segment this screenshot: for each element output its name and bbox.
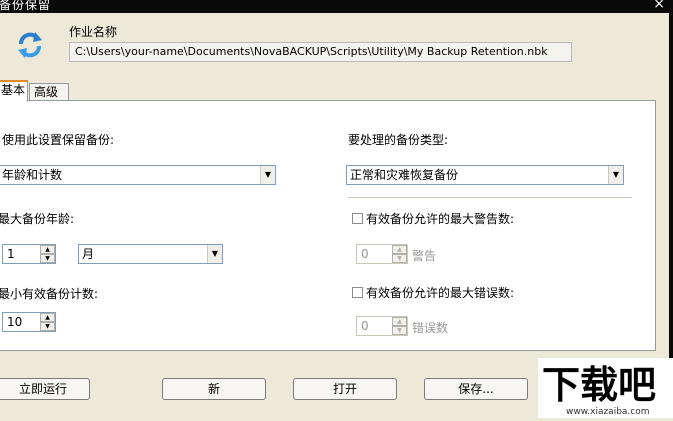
max-warnings-value: 0 xyxy=(361,247,369,261)
save-button[interactable]: 保存... xyxy=(424,378,528,400)
age-unit-value: 月 xyxy=(82,247,95,261)
tab-advanced[interactable]: 高级 xyxy=(29,83,69,101)
svg-text:www.xiazaiba.com: www.xiazaiba.com xyxy=(566,407,650,417)
spin-up-icon[interactable]: ▲ xyxy=(392,317,407,326)
watermark-logo: 下载吧 www.xiazaiba.com xyxy=(538,358,673,418)
chevron-down-icon[interactable]: ▼ xyxy=(207,245,222,263)
min-count-value: 10 xyxy=(7,315,23,329)
max-warnings-label: 有效备份允许的最大警告数: xyxy=(366,212,515,226)
chevron-down-icon[interactable]: ▼ xyxy=(260,166,275,184)
max-errors-stepper[interactable]: 0 ▲ ▼ xyxy=(356,316,408,336)
backup-types-select[interactable]: 正常和灾难恢复备份 ▼ xyxy=(346,165,624,185)
window-title: 备份保留 xyxy=(0,0,52,12)
max-warnings-checkbox[interactable] xyxy=(352,213,363,224)
spin-up-icon[interactable]: ▲ xyxy=(392,245,407,254)
spin-down-icon[interactable]: ▼ xyxy=(40,322,55,331)
divider xyxy=(348,197,632,198)
retain-label: 使用此设置保留备份: xyxy=(2,133,115,147)
new-button[interactable]: 新 xyxy=(162,378,266,400)
close-icon[interactable]: × xyxy=(653,0,665,11)
age-unit-select[interactable]: 月 ▼ xyxy=(78,244,223,264)
title-bar: 备份保留 × xyxy=(0,0,673,13)
chevron-down-icon[interactable]: ▼ xyxy=(608,166,623,184)
backup-types-value: 正常和灾难恢复备份 xyxy=(350,168,459,182)
max-warnings-stepper[interactable]: 0 ▲ ▼ xyxy=(356,244,408,264)
min-count-label: 最小有效备份计数: xyxy=(0,287,99,301)
retain-mode-select[interactable]: 年龄和计数 ▼ xyxy=(0,165,276,185)
max-errors-checkbox[interactable] xyxy=(352,287,363,298)
open-button[interactable]: 打开 xyxy=(293,378,397,400)
max-age-label: 最大备份年龄: xyxy=(0,212,75,226)
run-now-button[interactable]: 立即运行 xyxy=(0,378,90,400)
max-age-value: 1 xyxy=(7,247,15,261)
retain-mode-value: 年龄和计数 xyxy=(2,168,63,182)
spin-down-icon[interactable]: ▼ xyxy=(392,326,407,335)
max-age-stepper[interactable]: 1 ▲ ▼ xyxy=(2,244,56,264)
max-errors-label: 有效备份允许的最大错误数: xyxy=(366,286,515,300)
errors-unit-label: 错误数 xyxy=(412,321,449,335)
min-count-stepper[interactable]: 10 ▲ ▼ xyxy=(2,312,56,332)
svg-text:下载吧: 下载吧 xyxy=(542,363,656,407)
spin-down-icon[interactable]: ▼ xyxy=(40,254,55,263)
warnings-unit-label: 警告 xyxy=(412,249,437,263)
backup-types-label: 要处理的备份类型: xyxy=(348,133,449,147)
window-edge xyxy=(669,0,673,418)
job-path-field[interactable]: C:\Users\your-name\Documents\NovaBACKUP\… xyxy=(69,42,572,62)
tab-basic[interactable]: 基本 xyxy=(0,80,28,102)
spin-up-icon[interactable]: ▲ xyxy=(40,245,55,254)
refresh-arrows-icon xyxy=(18,32,42,58)
max-errors-value: 0 xyxy=(361,319,369,333)
job-name-label: 作业名称 xyxy=(69,25,118,39)
spin-down-icon[interactable]: ▼ xyxy=(392,254,407,263)
spin-up-icon[interactable]: ▲ xyxy=(40,313,55,322)
